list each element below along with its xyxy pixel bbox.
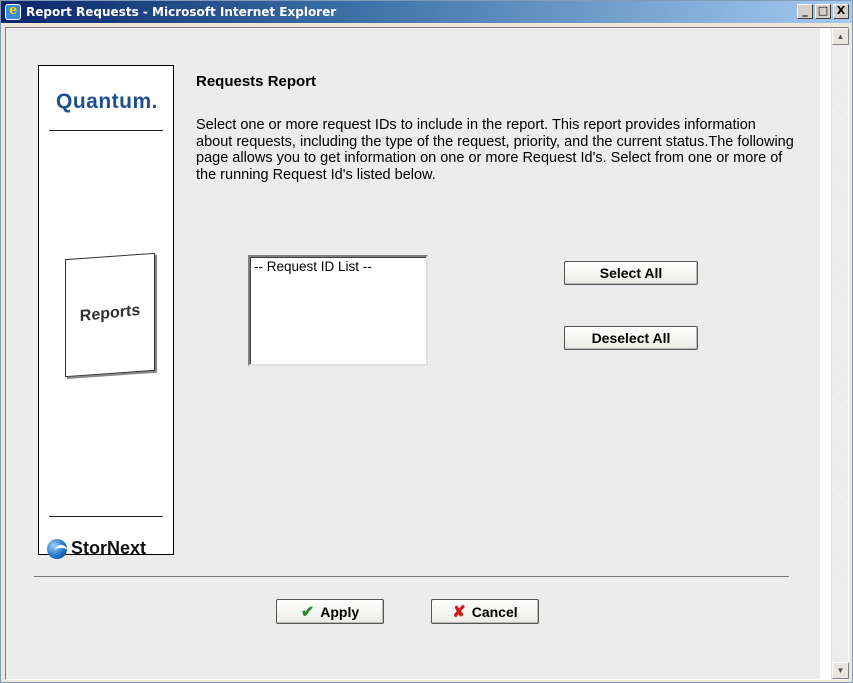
window-title: Report Requests - Microsoft Internet Exp… bbox=[26, 5, 337, 19]
page-content: Quantum. Reports StorNext Requests Repor… bbox=[6, 28, 820, 679]
apply-button[interactable]: ✔ Apply bbox=[276, 599, 384, 624]
page-description: Select one or more request IDs to includ… bbox=[196, 117, 794, 183]
branding-panel: Quantum. Reports StorNext bbox=[38, 65, 174, 559]
chevron-down-icon: ▼ bbox=[836, 666, 845, 675]
close-button[interactable]: X bbox=[833, 4, 849, 19]
stornext-globe-icon bbox=[47, 538, 67, 559]
check-icon: ✔ bbox=[300, 603, 315, 621]
reports-card-image: Reports bbox=[65, 252, 155, 378]
stornext-logo-text: StorNext bbox=[71, 538, 147, 558]
footer-divider bbox=[34, 576, 789, 577]
title-bar[interactable]: Report Requests - Microsoft Internet Exp… bbox=[1, 1, 852, 23]
select-all-label: Select All bbox=[599, 265, 663, 281]
vertical-scrollbar[interactable]: ▲ ▼ bbox=[831, 28, 849, 679]
quantum-logo: Quantum. bbox=[56, 90, 158, 113]
minimize-button[interactable]: _ bbox=[797, 4, 813, 19]
scroll-down-button[interactable]: ▼ bbox=[832, 662, 849, 679]
x-icon: ✘ bbox=[452, 603, 466, 621]
deselect-all-label: Deselect All bbox=[591, 330, 671, 346]
maximize-button[interactable]: □ bbox=[815, 4, 831, 19]
select-all-button[interactable]: Select All bbox=[564, 261, 698, 285]
list-item[interactable]: -- Request ID List -- bbox=[250, 257, 426, 276]
deselect-all-button[interactable]: Deselect All bbox=[564, 326, 698, 350]
branding-divider-bottom bbox=[49, 516, 163, 517]
branding-divider-top bbox=[49, 130, 163, 131]
browser-window: Report Requests - Microsoft Internet Exp… bbox=[0, 0, 853, 683]
cancel-label: Cancel bbox=[471, 603, 518, 620]
ie-icon bbox=[5, 3, 21, 20]
request-id-listbox[interactable]: -- Request ID List -- bbox=[248, 255, 428, 366]
reports-card-label: Reports bbox=[79, 301, 141, 326]
window-controls: _ □ X bbox=[797, 4, 849, 19]
scroll-up-button[interactable]: ▲ bbox=[832, 28, 849, 45]
stornext-logo: StorNext bbox=[47, 538, 146, 559]
cancel-button[interactable]: ✘ Cancel bbox=[431, 599, 539, 624]
apply-label: Apply bbox=[320, 603, 360, 620]
chevron-up-icon: ▲ bbox=[836, 32, 845, 41]
page-title: Requests Report bbox=[196, 73, 317, 90]
browser-client-area: Quantum. Reports StorNext Requests Repor… bbox=[5, 27, 849, 680]
